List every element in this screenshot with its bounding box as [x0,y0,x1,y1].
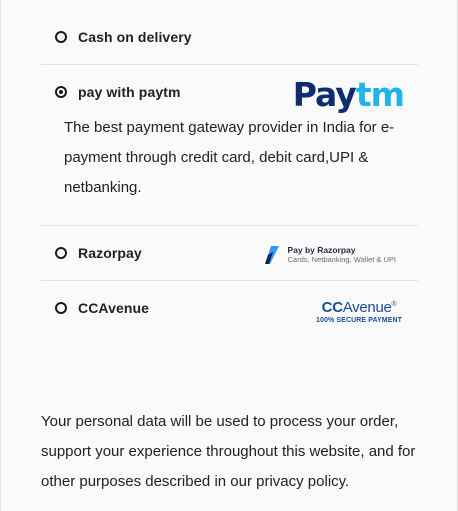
razorpay-label[interactable]: Razorpay [78,245,142,261]
ccavenue-logo-avenue: Avenue [342,299,392,316]
ccavenue-radio[interactable] [55,302,67,314]
ccavenue-label[interactable]: CCAvenue [78,300,149,316]
ccavenue-logo-wordmark: CCAvenue® [316,300,402,315]
payment-method-ccavenue-header[interactable]: CCAvenue CCAvenue® 100% SECURE PAYMENT [41,281,418,335]
ccavenue-logo-cc: CC [321,299,343,316]
payment-method-cod-header[interactable]: Cash on delivery [41,10,418,64]
panel-left-border [0,0,1,511]
paytm-description: The best payment gateway provider in Ind… [64,119,395,196]
razorpay-logo: Pay by Razorpay Cards, Netbanking, Walle… [265,245,396,264]
ccavenue-logo: CCAvenue® 100% SECURE PAYMENT [316,300,402,324]
checkout-payment-panel: Cash on delivery pay with paytm Pay tm Th… [0,0,458,511]
payment-method-ccavenue[interactable]: CCAvenue CCAvenue® 100% SECURE PAYMENT [41,281,418,335]
ccavenue-logo-registered: ® [391,301,397,308]
paytm-logo: Pay tm [292,74,405,114]
razorpay-mark-icon [265,246,280,264]
payment-method-paytm-header[interactable]: pay with paytm Pay tm [41,65,418,119]
paytm-label[interactable]: pay with paytm [78,84,181,100]
paytm-radio[interactable] [55,86,67,98]
payment-method-razorpay[interactable]: Razorpay Pay by Razorpay Cards, Netbanki… [41,226,418,281]
payment-method-paytm[interactable]: pay with paytm Pay tm The best payment ga… [41,65,418,226]
paytm-logo-tm: tm [355,74,405,114]
razorpay-logo-text: Pay by Razorpay Cards, Netbanking, Walle… [287,245,396,264]
razorpay-logo-subtitle: Cards, Netbanking, Wallet & UPI [287,254,396,264]
ccavenue-logo-tagline: 100% SECURE PAYMENT [316,317,402,324]
paytm-logo-pay: Pay [292,74,357,114]
razorpay-radio[interactable] [55,247,67,259]
payment-method-razorpay-header[interactable]: Razorpay Pay by Razorpay Cards, Netbanki… [41,226,418,280]
privacy-notice: Your personal data will be used to proce… [41,413,416,490]
cod-label[interactable]: Cash on delivery [78,29,192,45]
payment-method-cod[interactable]: Cash on delivery [41,10,418,65]
cod-radio[interactable] [55,31,67,43]
payment-methods-list: Cash on delivery pay with paytm Pay tm Th… [41,10,418,335]
